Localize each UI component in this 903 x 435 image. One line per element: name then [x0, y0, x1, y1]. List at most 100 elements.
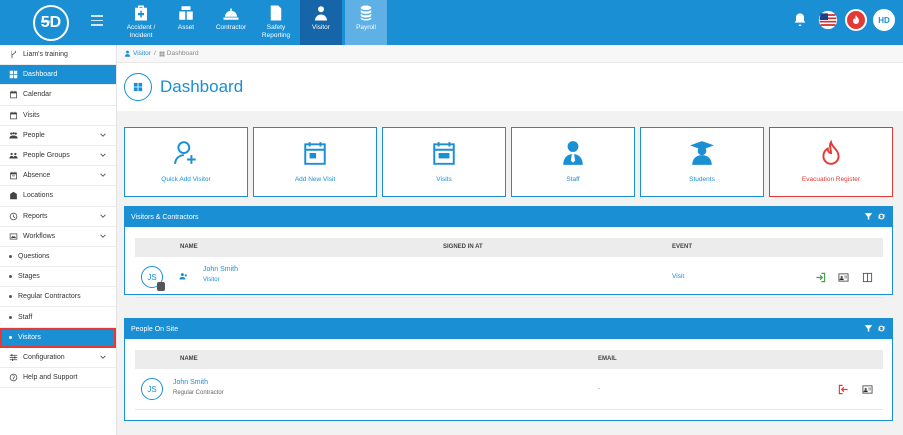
sidebar-item-training[interactable]: Liam's training — [0, 45, 116, 66]
table-header: NAME EMAIL — [135, 350, 883, 369]
sidebar-item-people[interactable]: People — [0, 126, 116, 146]
sidebar-item-help[interactable]: Help and Support — [0, 368, 116, 389]
people-on-site-panel: People On Site NAME EMAIL JS John Smith … — [124, 318, 893, 421]
tile-add-new-visit[interactable]: Add New Visit — [253, 127, 377, 197]
main-content: Visitor / Dashboard Dashboard Quick Add … — [117, 45, 903, 435]
panel-header: People On Site — [125, 319, 892, 339]
flame-icon — [853, 15, 859, 24]
user-avatar[interactable]: HD — [873, 9, 895, 31]
book-icon[interactable] — [862, 272, 873, 283]
visits-calendar-icon — [10, 111, 17, 119]
onsite-table: NAME EMAIL JS John Smith Regular Contrac… — [135, 350, 883, 410]
page-title: Dashboard — [160, 77, 244, 96]
coins-icon — [360, 5, 372, 21]
absence-calendar-icon — [10, 171, 17, 180]
settings-sliders-icon — [9, 354, 18, 361]
row-name[interactable]: John Smith — [203, 266, 238, 273]
hard-hat-icon — [223, 8, 239, 20]
refresh-icon[interactable] — [877, 212, 886, 221]
sidebar-item-locations[interactable]: Locations — [0, 186, 116, 207]
table-header: NAME SIGNED IN AT EVENT — [135, 238, 883, 257]
language-button[interactable] — [817, 9, 839, 31]
sidebar-item-questions[interactable]: Questions — [0, 247, 116, 268]
people-icon — [9, 131, 18, 139]
sidebar-item-configuration[interactable]: Configuration — [0, 348, 116, 368]
sign-in-icon[interactable] — [815, 272, 826, 283]
sidebar-item-dashboard[interactable]: Dashboard — [0, 65, 116, 86]
tile-staff[interactable]: Staff — [511, 127, 635, 197]
module-contractor[interactable]: Contractor — [210, 0, 252, 45]
help-icon — [9, 373, 18, 382]
sidebar-item-people-groups[interactable]: People Groups — [0, 146, 116, 167]
chevron-down-icon — [100, 173, 106, 177]
row-name[interactable]: John Smith — [173, 379, 208, 386]
table-row[interactable]: JS John Smith Regular Contractor - — [135, 369, 883, 410]
sidebar: Liam's training Dashboard Calendar Visit… — [0, 45, 117, 435]
visitor-icon — [315, 6, 327, 21]
chevron-down-icon — [100, 153, 106, 157]
tile-quick-add-visitor[interactable]: Quick Add Visitor — [124, 127, 248, 197]
sidebar-item-workflows[interactable]: Workflows — [0, 227, 116, 247]
branch-icon — [11, 50, 16, 59]
panel-title: People On Site — [131, 325, 179, 333]
module-asset[interactable]: Asset — [165, 0, 207, 45]
workflow-icon — [9, 233, 18, 240]
flame-icon — [822, 140, 840, 165]
logo-area: NEW 5D — [0, 0, 117, 45]
evacuation-button[interactable] — [845, 9, 867, 31]
graduation-cap-icon — [690, 141, 714, 165]
sidebar-item-absence[interactable]: Absence — [0, 166, 116, 187]
row-email: - — [598, 385, 601, 392]
sign-out-icon[interactable] — [838, 384, 849, 395]
sidebar-item-stages[interactable]: Stages — [0, 267, 116, 288]
row-type: Visitor — [203, 277, 220, 283]
panel-title: Visitors & Contractors — [131, 213, 199, 221]
module-accident-incident[interactable]: Accident / Incident — [120, 0, 162, 45]
module-visitor[interactable]: Visitor — [300, 0, 342, 45]
calendar-icon — [10, 91, 17, 99]
visitor-type-icon — [179, 273, 187, 280]
sidebar-item-calendar[interactable]: Calendar — [0, 85, 116, 106]
menu-toggle-icon[interactable] — [91, 15, 103, 27]
breadcrumb-dashboard: Dashboard — [166, 50, 199, 57]
people-groups-icon — [9, 152, 18, 159]
sidebar-item-visits[interactable]: Visits — [0, 106, 116, 126]
sidebar-item-reports[interactable]: Reports — [0, 207, 116, 227]
calendar-icon — [433, 142, 455, 165]
id-card-icon[interactable] — [862, 384, 873, 395]
visitors-table: NAME SIGNED IN AT EVENT JS John Smith Vi… — [135, 238, 883, 298]
dashboard-icon — [159, 51, 165, 56]
notifications-button[interactable] — [789, 9, 811, 31]
asset-icon — [179, 6, 193, 20]
tile-students[interactable]: Students — [640, 127, 764, 197]
sidebar-item-visitors[interactable]: Visitors — [0, 327, 116, 348]
breadcrumb: Visitor / Dashboard — [117, 45, 903, 63]
id-card-icon[interactable] — [838, 272, 849, 283]
sidebar-item-regular-contractors[interactable]: Regular Contractors — [0, 287, 116, 308]
row-event[interactable]: Visit — [672, 273, 684, 280]
bell-icon — [794, 13, 806, 26]
panel-header: Visitors & Contractors — [125, 207, 892, 227]
calendar-add-icon — [304, 142, 326, 165]
chevron-down-icon — [100, 133, 106, 137]
sidebar-item-staff[interactable]: Staff — [0, 307, 116, 328]
filter-icon[interactable] — [864, 324, 873, 333]
tile-evacuation-register[interactable]: Evacuation Register — [769, 127, 893, 197]
tile-visits[interactable]: Visits — [382, 127, 506, 197]
refresh-icon[interactable] — [877, 324, 886, 333]
dashboard-icon — [133, 82, 143, 92]
dashboard-icon — [9, 71, 18, 79]
table-row[interactable]: JS John Smith Visitor Visit — [135, 257, 883, 298]
first-aid-icon — [135, 5, 147, 21]
chevron-down-icon — [100, 355, 106, 359]
module-payroll[interactable]: Payroll — [345, 0, 387, 45]
page-header: Dashboard — [117, 63, 903, 111]
avatar: JS — [141, 378, 163, 400]
badge-icon — [157, 282, 165, 291]
app-logo[interactable]: NEW 5D — [33, 5, 69, 41]
breadcrumb-visitor[interactable]: Visitor — [133, 50, 151, 57]
top-right-actions: HD — [789, 9, 895, 31]
module-safety-reporting[interactable]: Safety Reporting — [255, 0, 297, 45]
filter-icon[interactable] — [864, 212, 873, 221]
add-user-icon — [174, 141, 196, 164]
